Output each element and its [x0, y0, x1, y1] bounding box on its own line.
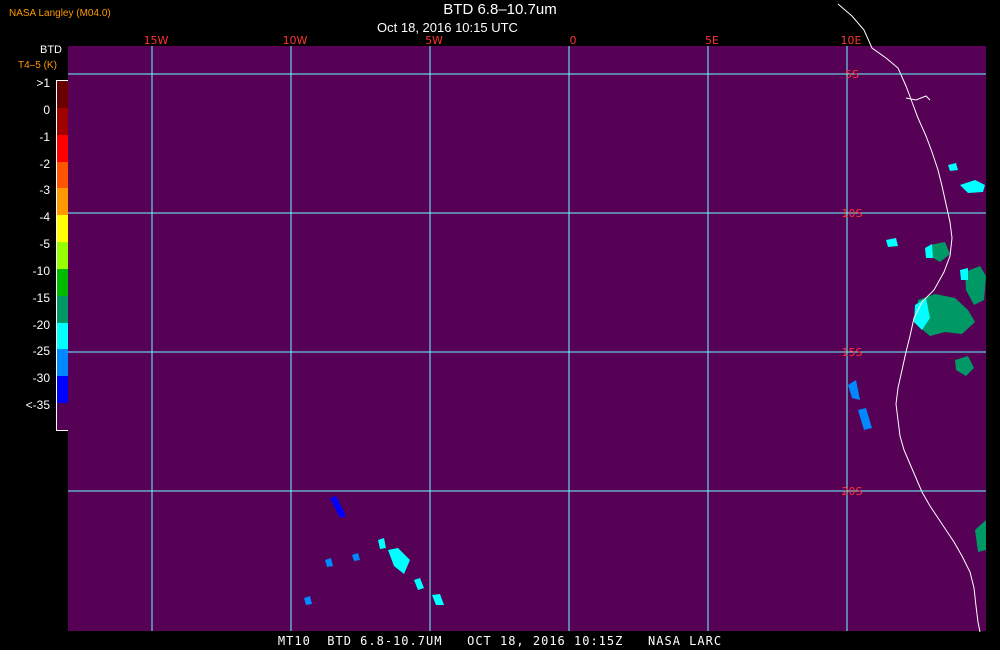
footer-caption: MT10 BTD 6.8-10.7UM OCT 18, 2016 10:15Z … — [277, 634, 723, 648]
latitude-label: 20S — [842, 485, 863, 498]
satellite-map: 15W 10W 5W 0 5E 10E 5S 10S 15S 20S — [68, 3, 986, 633]
longitude-label: 15W — [144, 34, 169, 47]
satellite-image-viewer: NASA Langley (M04.0) BTD 6.8–10.7um Oct … — [0, 0, 1000, 650]
map-background-upper-left — [68, 46, 78, 441]
longitude-label: 10E — [841, 34, 862, 47]
longitude-label: 5E — [705, 34, 719, 47]
longitude-label: 10W — [283, 34, 308, 47]
latitude-label: 5S — [845, 68, 859, 81]
latitude-label: 10S — [842, 207, 863, 220]
longitude-label: 5W — [425, 34, 443, 47]
longitude-label: 0 — [570, 34, 577, 47]
cloud-cluster-east-edge — [960, 268, 968, 280]
map-background — [68, 46, 986, 631]
latitude-label: 15S — [842, 346, 863, 359]
